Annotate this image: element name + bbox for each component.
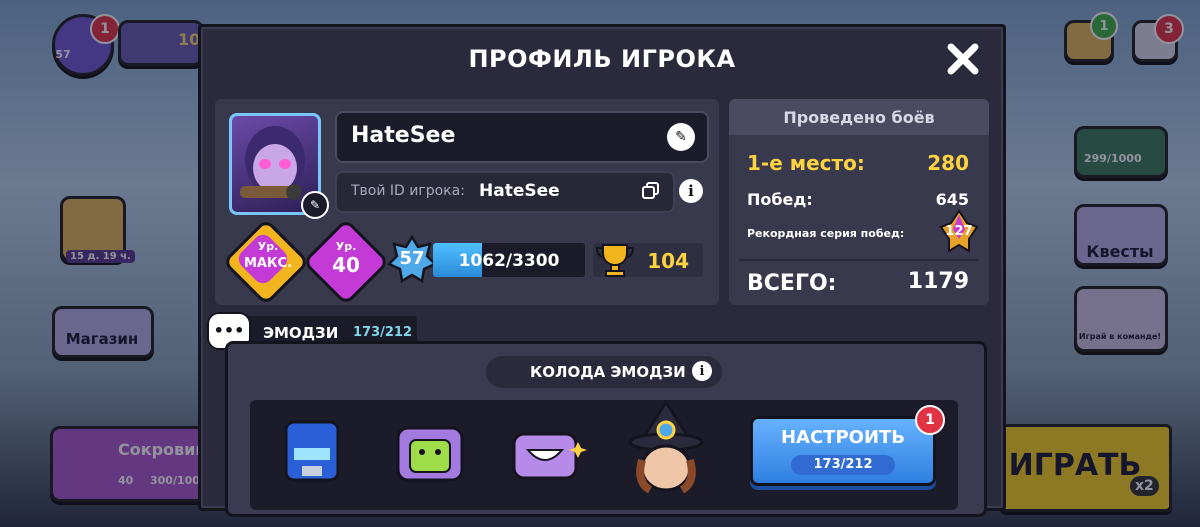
close-icon (947, 43, 979, 75)
wins-value: 645 (935, 190, 969, 209)
player-profile-modal: ПРОФИЛЬ ИГРОКА ✎ HateSee ✎ Твой ID игрок… (198, 24, 1006, 517)
emoji-slots: НАСТРОИТЬ 173/212 1 (250, 399, 958, 510)
deck-info-icon[interactable]: i (692, 361, 712, 381)
wins-label: Побед: (747, 190, 813, 209)
xp-progress-text: 1062/3300 (458, 251, 560, 271)
modal-title: ПРОФИЛЬ ИГРОКА (468, 45, 736, 73)
robot-emoji[interactable] (272, 412, 352, 492)
grin-emoji[interactable] (508, 412, 588, 492)
witch-emoji[interactable] (626, 399, 706, 500)
copy-id-icon[interactable] (641, 181, 661, 201)
trophy-count: 104 (647, 249, 689, 273)
player-name-field[interactable]: HateSee ✎ (335, 111, 709, 163)
player-level-top-label: Ур. (335, 240, 357, 253)
first-place-value: 280 (927, 151, 969, 175)
max-level-top-label: Ур. (257, 240, 279, 253)
emoji-deck-title: КОЛОДА ЭМОДЗИ (530, 363, 686, 381)
android-emoji[interactable] (390, 412, 470, 492)
battles-panel: Проведено боёв 1-е место: 280 Побед: 645… (729, 99, 989, 305)
battles-header: Проведено боёв (783, 108, 935, 127)
edit-avatar-icon[interactable]: ✎ (301, 191, 329, 219)
xp-level-value: 57 (399, 248, 425, 269)
setup-button-count: 173/212 (813, 457, 873, 472)
player-id-label: Твой ID игрока: (351, 183, 465, 199)
win-streak-value: 127 (945, 224, 973, 239)
max-level-label: МАКС. (243, 256, 293, 271)
setup-notification-badge: 1 (915, 405, 945, 435)
id-info-icon[interactable]: i (679, 179, 703, 203)
player-id-field: Твой ID игрока: HateSee (335, 171, 675, 213)
edit-name-icon[interactable]: ✎ (667, 123, 695, 151)
total-label: ВСЕГО: (747, 271, 837, 296)
emoji-deck-panel: КОЛОДА ЭМОДЗИ i НАСТРОИТЬ 173/212 1 (225, 341, 987, 517)
close-button[interactable] (941, 37, 985, 81)
total-divider (739, 259, 979, 261)
trophy-box: 104 (593, 243, 703, 277)
first-place-label: 1-е место: (747, 151, 865, 175)
emoji-deck-title-box: КОЛОДА ЭМОДЗИ i (486, 356, 722, 388)
total-value: 1179 (907, 269, 969, 294)
setup-button-label: НАСТРОИТЬ (780, 427, 906, 448)
player-level-value: 40 (332, 253, 360, 277)
setup-deck-button[interactable]: НАСТРОИТЬ 173/212 1 (750, 405, 945, 486)
emoji-tab-label: ЭМОДЗИ (263, 324, 339, 342)
win-streak-label: Рекордная серия побед: (747, 227, 905, 240)
profile-panel: ✎ HateSee ✎ Твой ID игрока: HateSee i Ур… (215, 99, 719, 306)
emoji-tab-count: 173/212 (353, 325, 413, 340)
xp-progress-bar: 1062/3300 (433, 243, 585, 277)
setup-count-box: 173/212 (791, 455, 895, 475)
player-id-value: HateSee (479, 181, 560, 201)
trophy-icon (595, 244, 635, 277)
player-name: HateSee (351, 123, 456, 148)
